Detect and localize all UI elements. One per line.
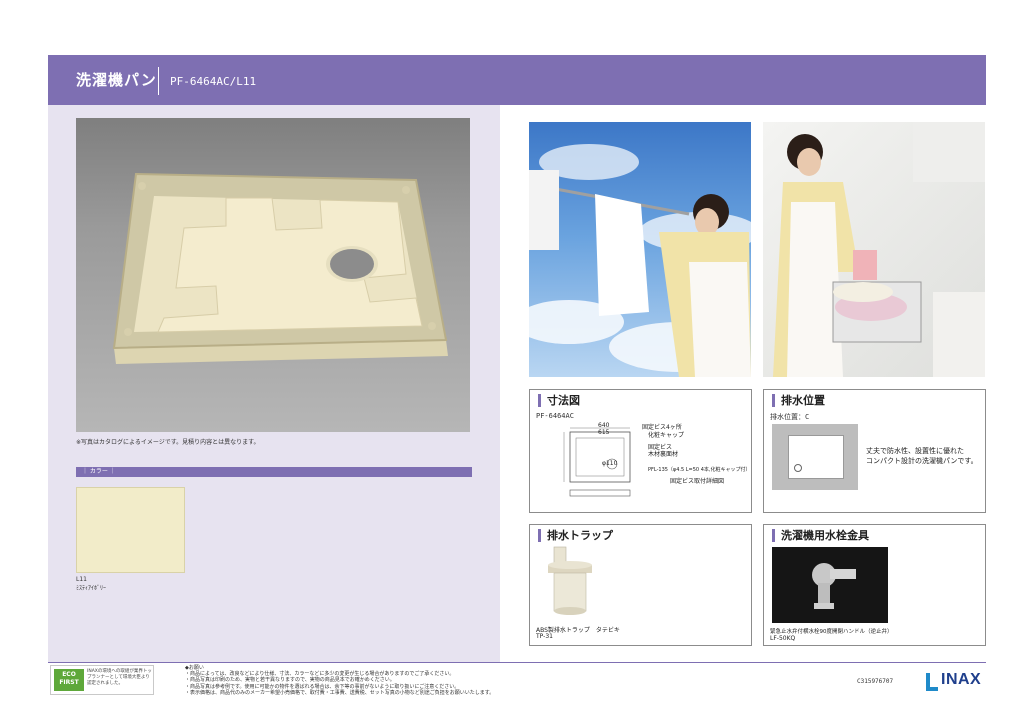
dim-label-detail: 固定ビス取付詳細図 [670,478,725,485]
note-line: ・商品写真は参考例です。使用に可能かの物件を選ばれる場合は、余下等の事前がないよ… [185,683,460,690]
inax-logo: INAX [926,671,986,693]
dimensions-box: 寸法図 PF-6464AC 640 615 φ110 固定ビス4ヶ所 化粧キャッ… [529,389,752,513]
drain-position-title: 排水位置 [772,394,825,407]
drain-position-label: 排水位置：C [770,413,810,421]
swatch-name: ﾐｽﾃｨｱｲﾎﾞﾘｰ [76,585,107,592]
drain-position-box: 排水位置 排水位置：C 丈夫で防水性、設置性に優れた コンパクト設計の洗濯機パン… [763,389,986,513]
dim-label-drain: φ110 [602,460,618,467]
drain-trap-box: 排水トラップ ABS製排水トラップ タテビキ TP-31 [529,524,752,646]
drain-trap-title: 排水トラップ [538,529,613,542]
color-section-label: ｜ カラー ｜ [82,468,116,475]
drain-description-2: コンパクト設計の洗濯機パンです。 [866,457,978,465]
footer-divider [48,662,986,663]
dim-label-part: PFL-135（φ4.5 L=50 4本,化粧キャップ付） [648,467,751,473]
faucet-model: LF-50KQ [770,635,796,642]
dim-label-cap: 化粧キャップ [648,432,685,439]
dim-label-width: 640 [598,422,610,429]
eco-first-text: INAXの環境への取組が業界トップランナーとして環境大臣より認定されました。 [87,669,152,686]
faucet-box: 洗濯機用水栓金具 緊急止水弁付横水栓90度開閉ハンドル（逆止弁） LF-50KQ [763,524,986,646]
header-bar: 洗濯機パン PF-6464AC/L11 [48,55,986,105]
dimensions-model: PF-6464AC [536,412,574,420]
swatch-code: L11 [76,576,87,583]
note-line: ・表示価格は、商品代のみのメーカー希望小売価格で、取付費・工事費、送費税、セット… [185,689,495,696]
faucet-caption: 緊急止水弁付横水栓90度開閉ハンドル（逆止弁） [770,629,893,635]
drain-description-1: 丈夫で防水性、設置性に優れた [866,447,964,455]
drain-position-diagram [772,424,858,490]
dim-label-inner: 615 [598,429,610,436]
eco-first-logo: ECO FIRST [54,669,84,691]
header-divider [158,67,159,95]
inax-logo-text: INAX [941,671,982,688]
eco-logo-top: ECO [62,671,76,678]
eco-logo-bottom: FIRST [59,679,79,686]
faucet-image [772,547,888,623]
model-number: PF-6464AC/L11 [170,75,257,88]
color-swatch [76,487,185,573]
dim-label-wood: 木材裏面材 [648,451,679,458]
eco-first-box: ECO FIRST INAXの環境への取組が業界トップランナーとして環境大臣より… [50,665,154,695]
document-code: C315976707 [857,678,894,685]
drain-trap-model: TP-31 [536,633,553,640]
photo-disclaimer: ※写真はカタログによるイメージです。見積り内容とは異なります。 [76,439,260,446]
dimension-drawing [563,427,631,497]
faucet-title: 洗濯機用水栓金具 [772,529,869,542]
page-title: 洗濯機パン [76,71,157,89]
inax-logo-mark-icon [926,673,938,691]
dimensions-title: 寸法図 [538,394,580,407]
basket-photo [763,122,985,377]
footer-notes: ◆お願い ・商品によっては、改良などにより仕様、寸法、カラーなどに多少の変更が生… [185,665,494,696]
laundry-photo [529,122,751,377]
color-section-header: ｜ カラー ｜ [76,467,472,477]
product-photo [76,118,470,432]
drain-trap-image [548,546,592,615]
